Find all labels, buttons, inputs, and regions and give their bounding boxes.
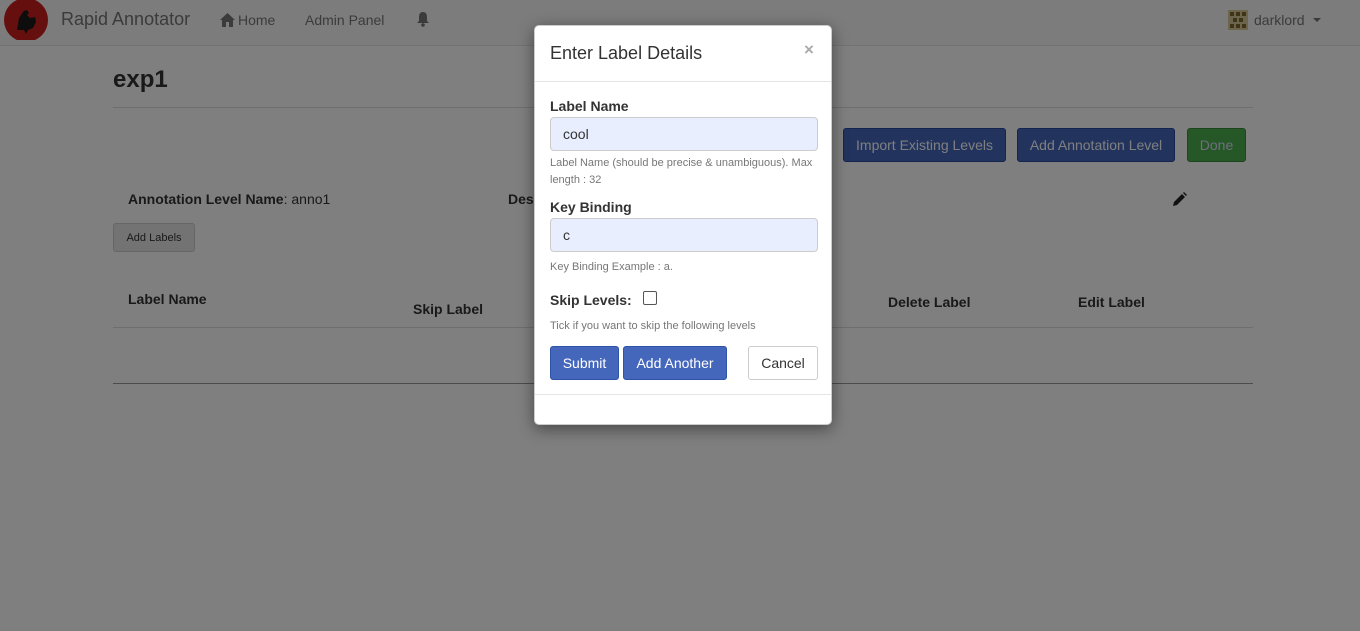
label-name-help: Label Name (should be precise & unambigu… xyxy=(550,157,813,186)
skip-levels-help: Tick if you want to skip the following l… xyxy=(550,320,756,332)
divider xyxy=(535,394,831,395)
submit-button[interactable]: Submit xyxy=(550,346,619,380)
label-name-title: Label Name xyxy=(550,98,629,114)
skip-levels-title: Skip Levels: xyxy=(550,292,632,308)
key-binding-help: Key Binding Example : a. xyxy=(550,261,673,273)
add-another-button[interactable]: Add Another xyxy=(623,346,727,380)
close-icon[interactable]: × xyxy=(804,40,814,60)
key-binding-input[interactable] xyxy=(550,218,818,252)
label-details-modal: Enter Label Details × Label Name Label N… xyxy=(534,25,832,425)
cancel-button[interactable]: Cancel xyxy=(748,346,818,380)
skip-levels-checkbox[interactable] xyxy=(643,291,657,305)
label-name-input[interactable] xyxy=(550,117,818,151)
modal-title: Enter Label Details xyxy=(550,43,703,63)
divider xyxy=(535,81,831,82)
key-binding-title: Key Binding xyxy=(550,199,632,215)
